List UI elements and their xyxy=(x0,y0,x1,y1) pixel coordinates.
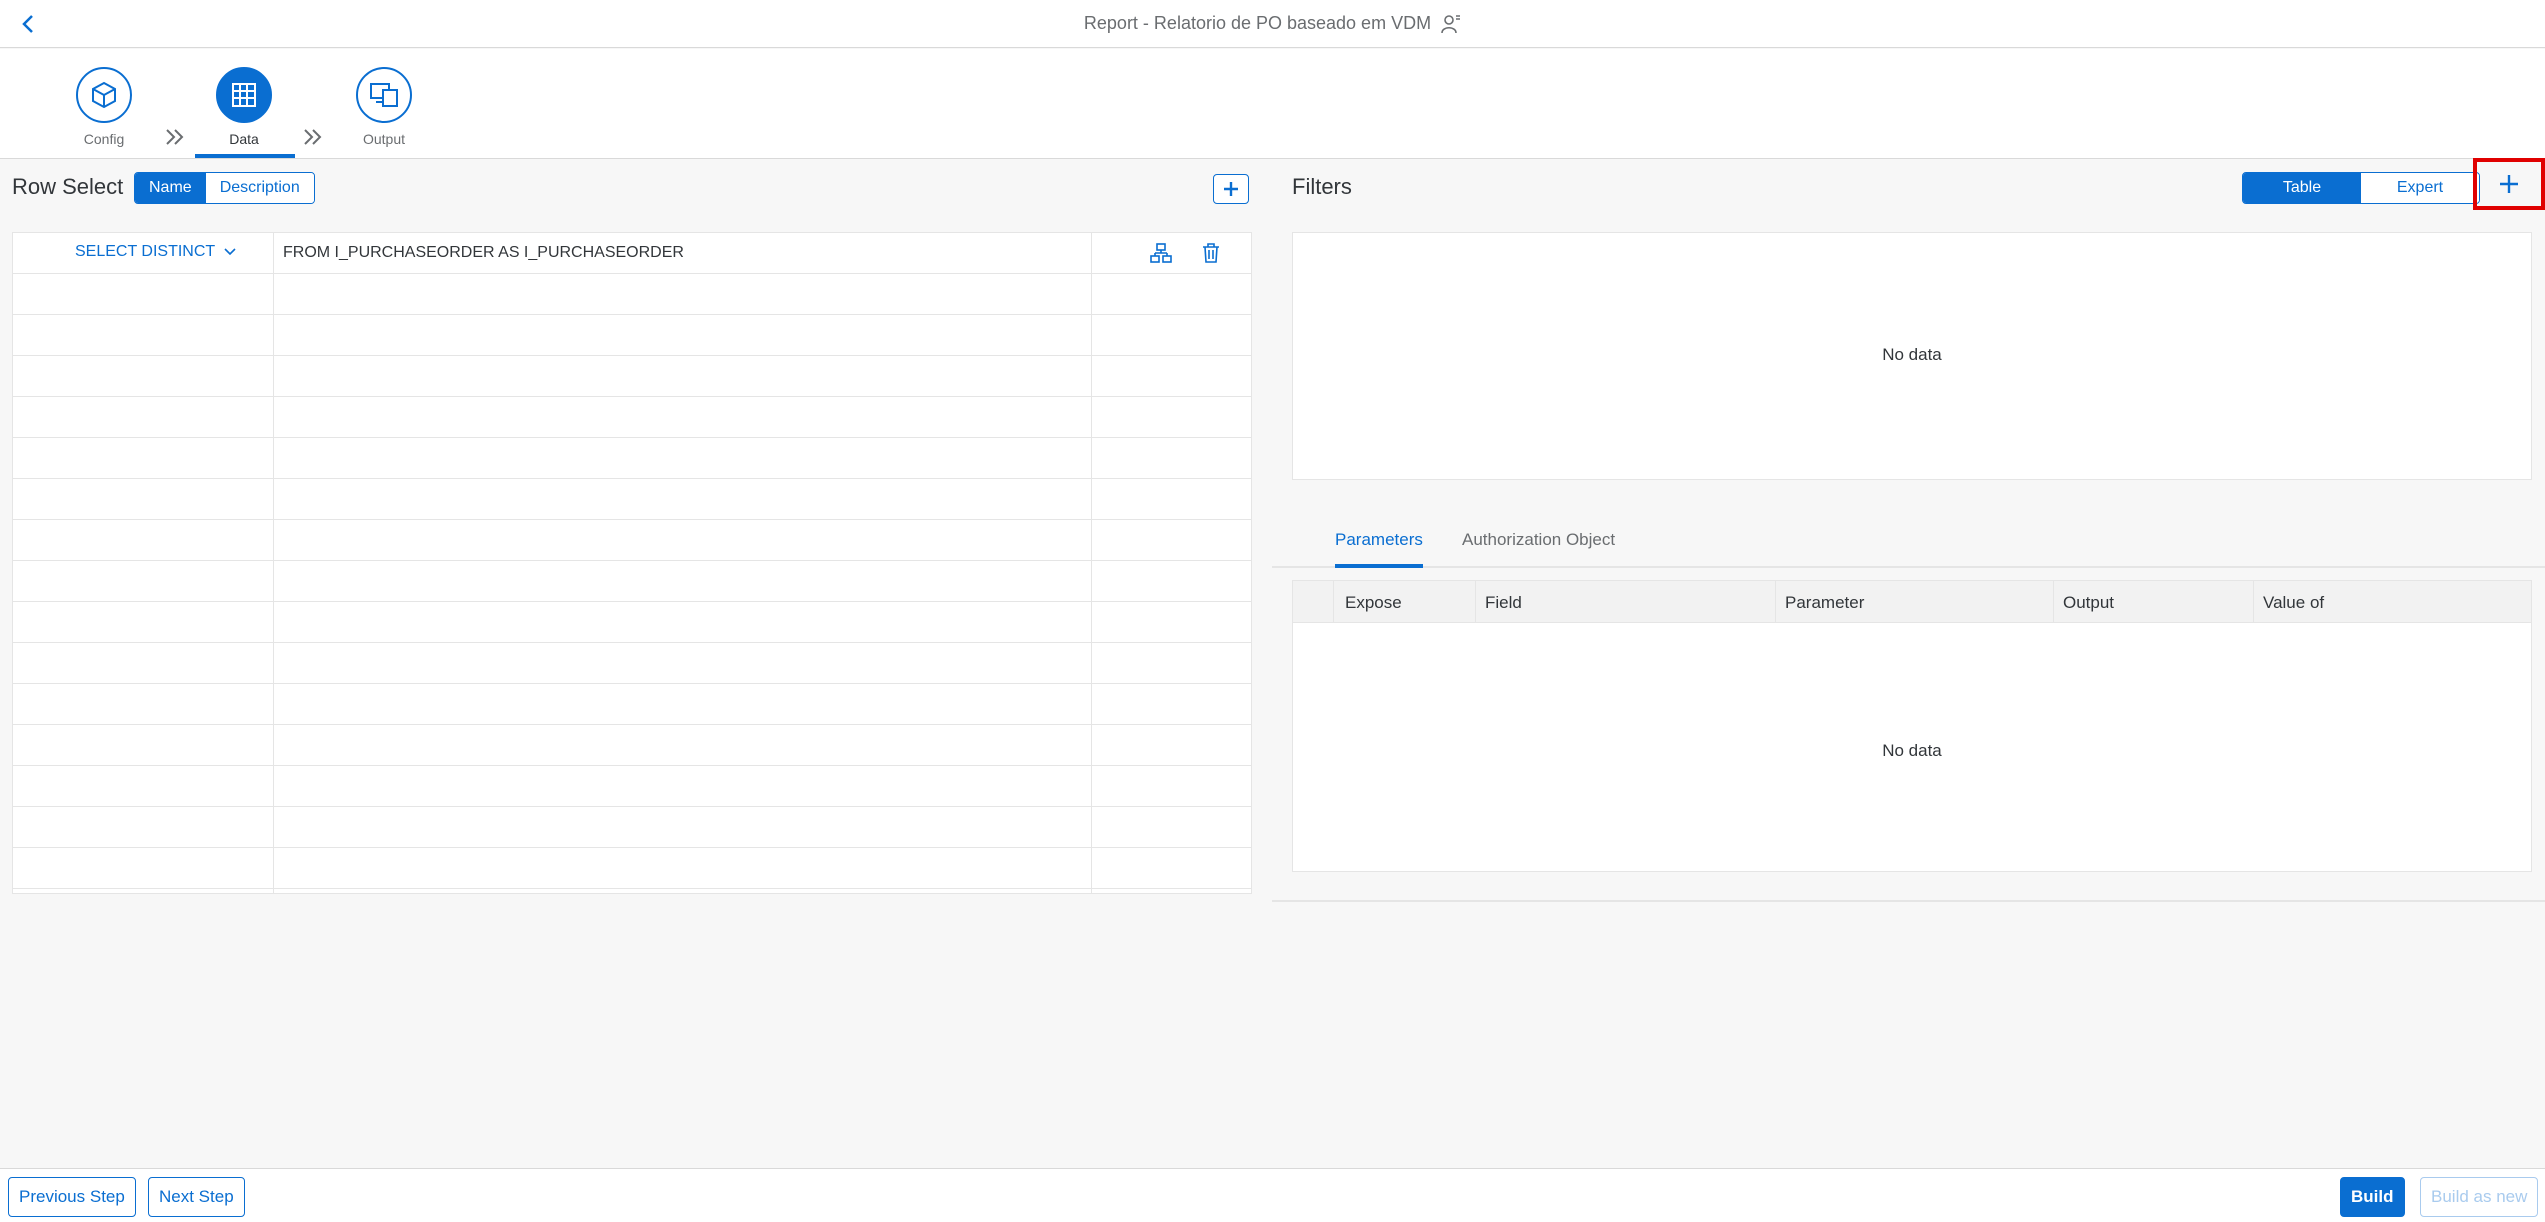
select-distinct-label: SELECT DISTINCT xyxy=(75,243,216,260)
table-row xyxy=(13,315,1251,356)
wizard-progress: Config Data Output xyxy=(0,49,2545,159)
column-header-field[interactable]: Field xyxy=(1485,593,1522,613)
table-row xyxy=(13,520,1251,561)
table-grid-icon xyxy=(232,83,256,107)
output-icon xyxy=(370,83,398,107)
chevron-down-icon xyxy=(224,248,236,256)
tab-bar: Parameters Authorization Object xyxy=(1272,508,2545,568)
table-expert-toggle: Table Expert xyxy=(2242,172,2480,204)
toggle-expert[interactable]: Expert xyxy=(2361,173,2479,203)
table-row: SELECT DISTINCT FROM I_PURCHASEORDER AS … xyxy=(13,233,1251,274)
row-select-grid: SELECT DISTINCT FROM I_PURCHASEORDER AS … xyxy=(12,232,1252,894)
chevron-double-right-icon xyxy=(304,129,322,145)
toggle-description[interactable]: Description xyxy=(205,173,314,203)
filters-table: No data xyxy=(1292,232,2532,480)
column-header-output[interactable]: Output xyxy=(2063,593,2114,613)
wizard-step-label: Config xyxy=(83,131,125,147)
user-icon[interactable] xyxy=(1441,14,1461,34)
active-step-indicator xyxy=(195,154,295,158)
table-row xyxy=(13,725,1251,766)
filters-no-data: No data xyxy=(1882,345,1942,364)
row-select-title: Row Select xyxy=(12,174,124,199)
footer-toolbar: Previous Step Next Step Build Build as n… xyxy=(0,1168,2545,1222)
build-as-new-button[interactable]: Build as new xyxy=(2420,1177,2539,1217)
parameters-no-data: No data xyxy=(1882,741,1942,760)
toggle-table[interactable]: Table xyxy=(2243,173,2361,203)
table-row xyxy=(13,643,1251,684)
table-row xyxy=(13,438,1251,479)
hierarchy-button[interactable] xyxy=(1147,239,1175,267)
wizard-step-label: Output xyxy=(362,131,406,147)
wizard-step-config[interactable]: Config xyxy=(44,67,164,147)
wizard-step-output[interactable]: Output xyxy=(324,67,444,147)
app-title: Report - Relatorio de PO baseado em VDM xyxy=(1084,13,1461,34)
table-row xyxy=(13,397,1251,438)
back-button[interactable] xyxy=(12,8,44,40)
table-row xyxy=(13,561,1251,602)
config-icon xyxy=(92,81,116,109)
name-description-toggle: Name Description xyxy=(134,172,315,204)
previous-step-button[interactable]: Previous Step xyxy=(8,1177,136,1217)
active-tab-indicator xyxy=(1335,564,1423,568)
divider xyxy=(1272,900,2545,902)
delete-icon xyxy=(1203,243,1219,263)
tab-authorization-object[interactable]: Authorization Object xyxy=(1462,530,1615,550)
next-step-button[interactable]: Next Step xyxy=(148,1177,245,1217)
add-row-button[interactable] xyxy=(1213,174,1249,204)
build-button[interactable]: Build xyxy=(2340,1177,2405,1217)
wizard-step-data[interactable]: Data xyxy=(184,67,304,147)
filters-title: Filters xyxy=(1292,174,1352,199)
table-row xyxy=(13,602,1251,643)
delete-button[interactable] xyxy=(1197,239,1225,267)
table-row xyxy=(13,684,1251,725)
table-row xyxy=(13,848,1251,889)
highlight-box xyxy=(2473,158,2545,210)
column-divider xyxy=(273,233,274,893)
table-row xyxy=(13,807,1251,848)
table-row xyxy=(13,766,1251,807)
table-header: Expose Field Parameter Output Value of xyxy=(1293,581,2531,623)
table-row xyxy=(13,356,1251,397)
tab-parameters[interactable]: Parameters xyxy=(1335,530,1423,550)
table-row xyxy=(13,479,1251,520)
wizard-step-label: Data xyxy=(229,131,259,147)
app-title-text: Report - Relatorio de PO baseado em VDM xyxy=(1083,13,1432,33)
table-row xyxy=(13,274,1251,315)
from-clause: FROM I_PURCHASEORDER AS I_PURCHASEORDER xyxy=(283,244,684,261)
toggle-name[interactable]: Name xyxy=(135,173,206,203)
chevron-double-right-icon xyxy=(166,129,184,145)
hierarchy-icon xyxy=(1150,243,1172,263)
column-header-value-of[interactable]: Value of xyxy=(2263,593,2324,613)
shell-header: Report - Relatorio de PO baseado em VDM xyxy=(0,0,2545,48)
parameters-table: Expose Field Parameter Output Value of N… xyxy=(1292,580,2532,872)
column-divider xyxy=(1091,233,1092,893)
back-icon xyxy=(22,15,33,33)
column-header-expose[interactable]: Expose xyxy=(1345,593,1402,613)
add-icon xyxy=(1224,182,1238,196)
column-header-parameter[interactable]: Parameter xyxy=(1785,593,1864,613)
select-distinct-dropdown[interactable]: SELECT DISTINCT xyxy=(75,243,237,261)
